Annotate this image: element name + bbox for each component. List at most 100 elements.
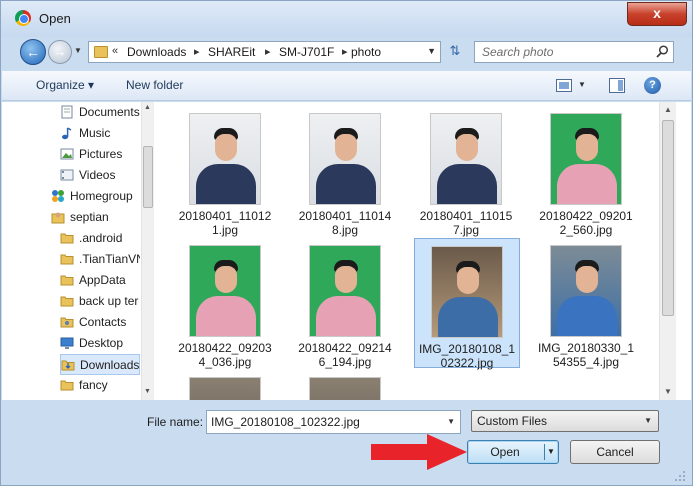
title-bar[interactable]: Open x <box>1 1 692 37</box>
close-button[interactable]: x <box>627 2 687 26</box>
photo-thumbnail <box>189 113 261 205</box>
user-folder-icon <box>51 212 65 224</box>
breadcrumb-downloads[interactable]: Downloads <box>127 45 186 59</box>
scroll-down-icon[interactable]: ▼ <box>144 388 151 395</box>
cancel-button[interactable]: Cancel <box>570 440 660 464</box>
file-name-label: 20180422_092012_560.jpg <box>539 209 633 237</box>
photo-thumbnail <box>189 377 261 400</box>
organize-button[interactable]: Organize ▾ <box>36 78 94 92</box>
sidebar-item-contacts[interactable]: Contacts <box>60 312 140 333</box>
photo-thumbnail <box>189 245 261 337</box>
scroll-down-icon[interactable]: ▼ <box>664 387 672 396</box>
file-tile[interactable]: 20180422_092034_036.jpg <box>173 238 279 369</box>
breadcrumb-shareit[interactable]: SHAREit <box>208 45 255 59</box>
sidebar-item-homegroup[interactable]: Homegroup <box>51 186 140 207</box>
folder-icon <box>60 233 74 244</box>
sidebar-item-back-up[interactable]: back up ter <box>60 291 140 312</box>
file-tile-partial[interactable] <box>173 370 279 400</box>
chrome-icon <box>15 10 31 26</box>
file-name-input[interactable] <box>207 411 442 433</box>
scrollbar-thumb[interactable] <box>143 146 153 208</box>
breadcrumb-separator[interactable]: ▸ <box>265 45 271 58</box>
search-box[interactable] <box>474 41 674 63</box>
sidebar-item-tiantianvn[interactable]: .TianTianVN <box>60 249 140 270</box>
command-toolbar: Organize ▾ New folder ▼ ? <box>2 71 691 101</box>
search-icon[interactable] <box>656 45 669 58</box>
folder-icon <box>60 380 74 391</box>
navigation-pane: Documents Music Pictures Videos Homegrou… <box>2 102 154 400</box>
file-tile-selected[interactable]: IMG_20180108_102322.jpg <box>414 238 520 370</box>
file-name-label: 20180401_110157.jpg <box>419 209 513 237</box>
scroll-up-icon[interactable]: ▲ <box>664 105 672 114</box>
breadcrumb-separator[interactable]: ▸ <box>194 45 200 58</box>
red-arrow-icon <box>371 434 467 470</box>
photo-thumbnail <box>550 245 622 337</box>
file-list: 20180401_110121.jpg 20180401_110148.jpg … <box>155 102 659 400</box>
chevron-down-icon[interactable]: ▼ <box>578 80 586 89</box>
help-icon[interactable]: ? <box>644 77 661 94</box>
file-name-label: 20180401_110121.jpg <box>178 209 272 237</box>
back-button[interactable]: ← <box>20 39 46 65</box>
open-button[interactable]: Open ▼ <box>467 440 559 464</box>
file-tile[interactable]: 20180401_110157.jpg <box>414 106 520 237</box>
photo-thumbnail <box>430 113 502 205</box>
sidebar-item-fancy[interactable]: fancy <box>60 375 140 396</box>
file-tile[interactable]: 20180422_092012_560.jpg <box>534 106 640 237</box>
file-name-combobox[interactable]: ▼ <box>206 410 461 434</box>
sidebar-item-appdata[interactable]: AppData <box>60 270 140 291</box>
chevron-down-icon[interactable]: ▼ <box>447 417 455 426</box>
preview-pane-icon[interactable] <box>609 78 625 93</box>
file-type-select[interactable]: Custom Files ▼ <box>471 410 659 432</box>
file-tile-partial[interactable] <box>293 370 399 400</box>
breadcrumb-separator[interactable]: ▸ <box>342 45 348 58</box>
sidebar-item-desktop[interactable]: Desktop <box>60 333 140 354</box>
resize-grip-icon[interactable] <box>673 469 687 483</box>
file-tile[interactable]: IMG_20180330_154355_4.jpg <box>534 238 640 369</box>
chevron-down-icon[interactable]: ▼ <box>547 447 555 456</box>
breadcrumb-sm-j701f[interactable]: SM-J701F <box>279 45 334 59</box>
breadcrumb-photo[interactable]: photo <box>351 45 381 59</box>
file-name-label: 20180422_092034_036.jpg <box>178 341 272 369</box>
sidebar-item-documents[interactable]: Documents <box>60 102 140 123</box>
photo-thumbnail <box>309 245 381 337</box>
documents-icon <box>61 105 73 119</box>
sidebar-item-videos[interactable]: Videos <box>60 165 140 186</box>
change-view-icon[interactable] <box>556 79 572 92</box>
search-input[interactable] <box>475 42 655 62</box>
breadcrumb-prefix[interactable]: « <box>112 45 118 57</box>
file-tile[interactable]: 20180422_092146_194.jpg <box>293 238 399 369</box>
sidebar-scrollbar[interactable]: ▲ ▼ <box>141 102 154 400</box>
downloads-icon <box>61 360 75 371</box>
folder-icon <box>60 296 74 307</box>
refresh-icon: ⇅ <box>449 43 461 58</box>
file-list-scrollbar[interactable]: ▲ ▼ <box>659 102 676 400</box>
contacts-icon <box>60 317 74 328</box>
scrollbar-thumb[interactable] <box>662 120 674 316</box>
file-name-label: 20180401_110148.jpg <box>298 209 392 237</box>
forward-button[interactable]: → <box>48 40 72 64</box>
photo-thumbnail <box>550 113 622 205</box>
sidebar-item-pictures[interactable]: Pictures <box>60 144 140 165</box>
chevron-down-icon[interactable]: ▼ <box>427 46 436 56</box>
sidebar-item-android[interactable]: .android <box>60 228 140 249</box>
scroll-up-icon[interactable]: ▲ <box>144 104 151 111</box>
folder-icon <box>60 275 74 286</box>
file-name-label: File name: <box>147 415 204 429</box>
refresh-button[interactable]: ⇅ <box>442 41 468 63</box>
address-bar[interactable]: « Downloads ▸ SHAREit ▸ SM-J701F ▸ photo… <box>88 41 441 63</box>
sidebar-item-downloads[interactable]: Downloads <box>60 354 140 375</box>
videos-icon <box>60 169 74 181</box>
sidebar-item-septian[interactable]: septian <box>51 207 140 228</box>
recent-locations-button[interactable]: ▼ <box>74 46 84 58</box>
file-name-label: IMG_20180330_154355_4.jpg <box>537 341 635 369</box>
file-tile[interactable]: 20180401_110121.jpg <box>173 106 279 237</box>
folder-icon <box>60 254 74 265</box>
arrow-left-icon: ← <box>26 44 40 60</box>
content-area: Documents Music Pictures Videos Homegrou… <box>2 102 691 400</box>
photo-thumbnail <box>309 113 381 205</box>
sidebar-item-music[interactable]: Music <box>60 123 140 144</box>
music-icon <box>62 127 72 140</box>
file-tile[interactable]: 20180401_110148.jpg <box>293 106 399 237</box>
window-title: Open <box>39 11 71 26</box>
new-folder-button[interactable]: New folder <box>126 78 183 92</box>
